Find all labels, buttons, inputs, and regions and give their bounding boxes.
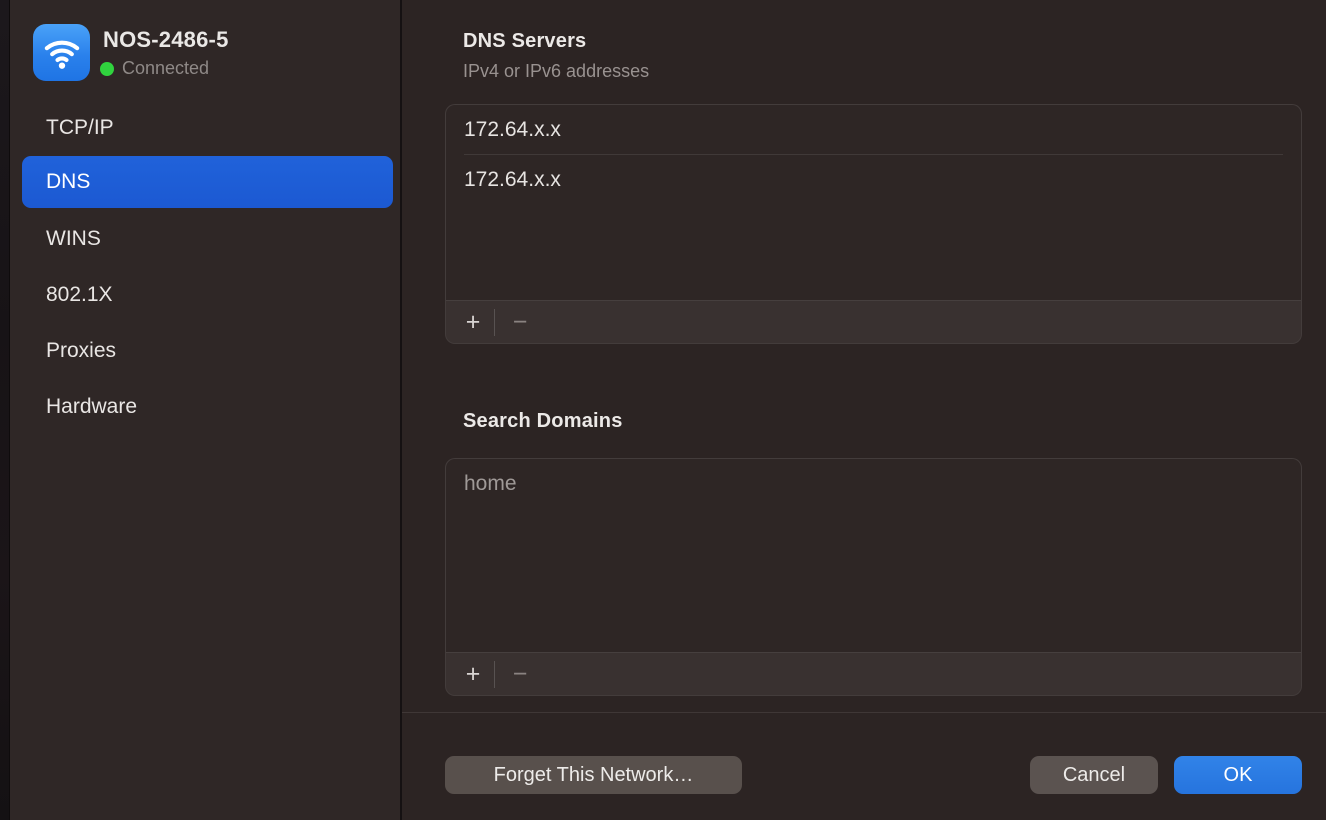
- forget-network-button[interactable]: Forget This Network…: [445, 756, 742, 794]
- dns-servers-toolbar: + −: [446, 300, 1301, 343]
- remove-search-domain-button[interactable]: −: [501, 659, 539, 689]
- remove-dns-server-button[interactable]: −: [501, 307, 539, 337]
- search-domains-title: Search Domains: [463, 410, 623, 433]
- search-domains-toolbar: + −: [446, 652, 1301, 695]
- toolbar-separator: [494, 661, 495, 688]
- status-dot-icon: [100, 62, 114, 76]
- sidebar: NOS-2486-5 Connected TCP/IP DNS WINS 802…: [10, 0, 400, 820]
- network-name: NOS-2486-5: [103, 27, 229, 53]
- cancel-button[interactable]: Cancel: [1030, 756, 1158, 794]
- add-search-domain-button[interactable]: +: [454, 659, 492, 689]
- wifi-icon: [33, 24, 90, 81]
- dns-server-entry[interactable]: 172.64.x.x: [446, 155, 1301, 204]
- add-dns-server-button[interactable]: +: [454, 307, 492, 337]
- connection-status: Connected: [100, 58, 209, 79]
- footer-divider: [402, 712, 1326, 713]
- search-domains-list: home + −: [445, 458, 1302, 696]
- search-domain-entry[interactable]: home: [446, 459, 1301, 508]
- dns-servers-list: 172.64.x.x 172.64.x.x + −: [445, 104, 1302, 344]
- dns-servers-subtitle: IPv4 or IPv6 addresses: [463, 61, 649, 82]
- sidebar-item-hardware[interactable]: Hardware: [22, 393, 393, 421]
- sidebar-item-proxies[interactable]: Proxies: [22, 337, 393, 365]
- ok-button[interactable]: OK: [1174, 756, 1302, 794]
- network-details-sheet: NOS-2486-5 Connected TCP/IP DNS WINS 802…: [0, 0, 1326, 820]
- sidebar-item-tcpip[interactable]: TCP/IP: [22, 114, 393, 141]
- sidebar-item-wins[interactable]: WINS: [22, 225, 393, 253]
- toolbar-separator: [494, 309, 495, 336]
- dns-server-entry[interactable]: 172.64.x.x: [446, 105, 1301, 154]
- sidebar-item-8021x[interactable]: 802.1X: [22, 281, 393, 309]
- main-panel: DNS Servers IPv4 or IPv6 addresses 172.6…: [402, 0, 1326, 820]
- status-label: Connected: [122, 58, 209, 79]
- sidebar-item-dns[interactable]: DNS: [22, 156, 393, 208]
- dns-servers-title: DNS Servers: [463, 30, 586, 53]
- window-edge: [0, 0, 10, 820]
